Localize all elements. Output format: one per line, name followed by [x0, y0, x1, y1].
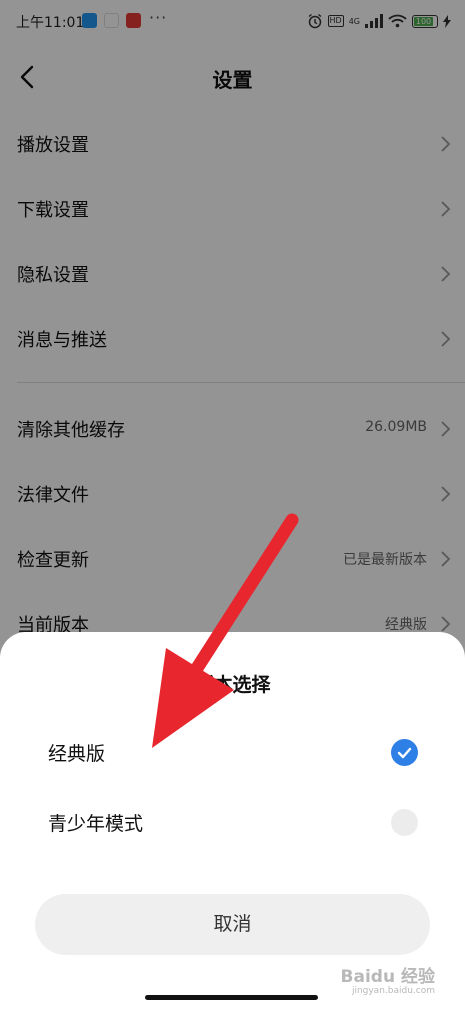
- watermark-brand: Baidu 经验: [340, 967, 435, 987]
- sheet-title: 版本选择: [194, 674, 271, 696]
- option-teen-mode[interactable]: 青少年模式: [0, 792, 465, 852]
- radio-unchecked-icon[interactable]: [391, 809, 418, 836]
- settings-screen: 上午11:01 ··· HD 4G 100 设置 播放设置 下载设置 隐私设置: [0, 0, 465, 1009]
- checkmark-icon: [397, 747, 412, 759]
- option-classic[interactable]: 经典版: [0, 722, 465, 782]
- radio-checked-icon[interactable]: [391, 739, 418, 766]
- home-indicator[interactable]: [145, 995, 318, 1000]
- option-label: 经典版: [48, 743, 106, 765]
- watermark-url: jingyan.baidu.com: [351, 986, 435, 996]
- version-select-sheet: 版本选择 经典版 青少年模式 取消: [0, 632, 465, 1009]
- cancel-button[interactable]: 取消: [35, 894, 430, 955]
- option-label: 青少年模式: [48, 813, 144, 835]
